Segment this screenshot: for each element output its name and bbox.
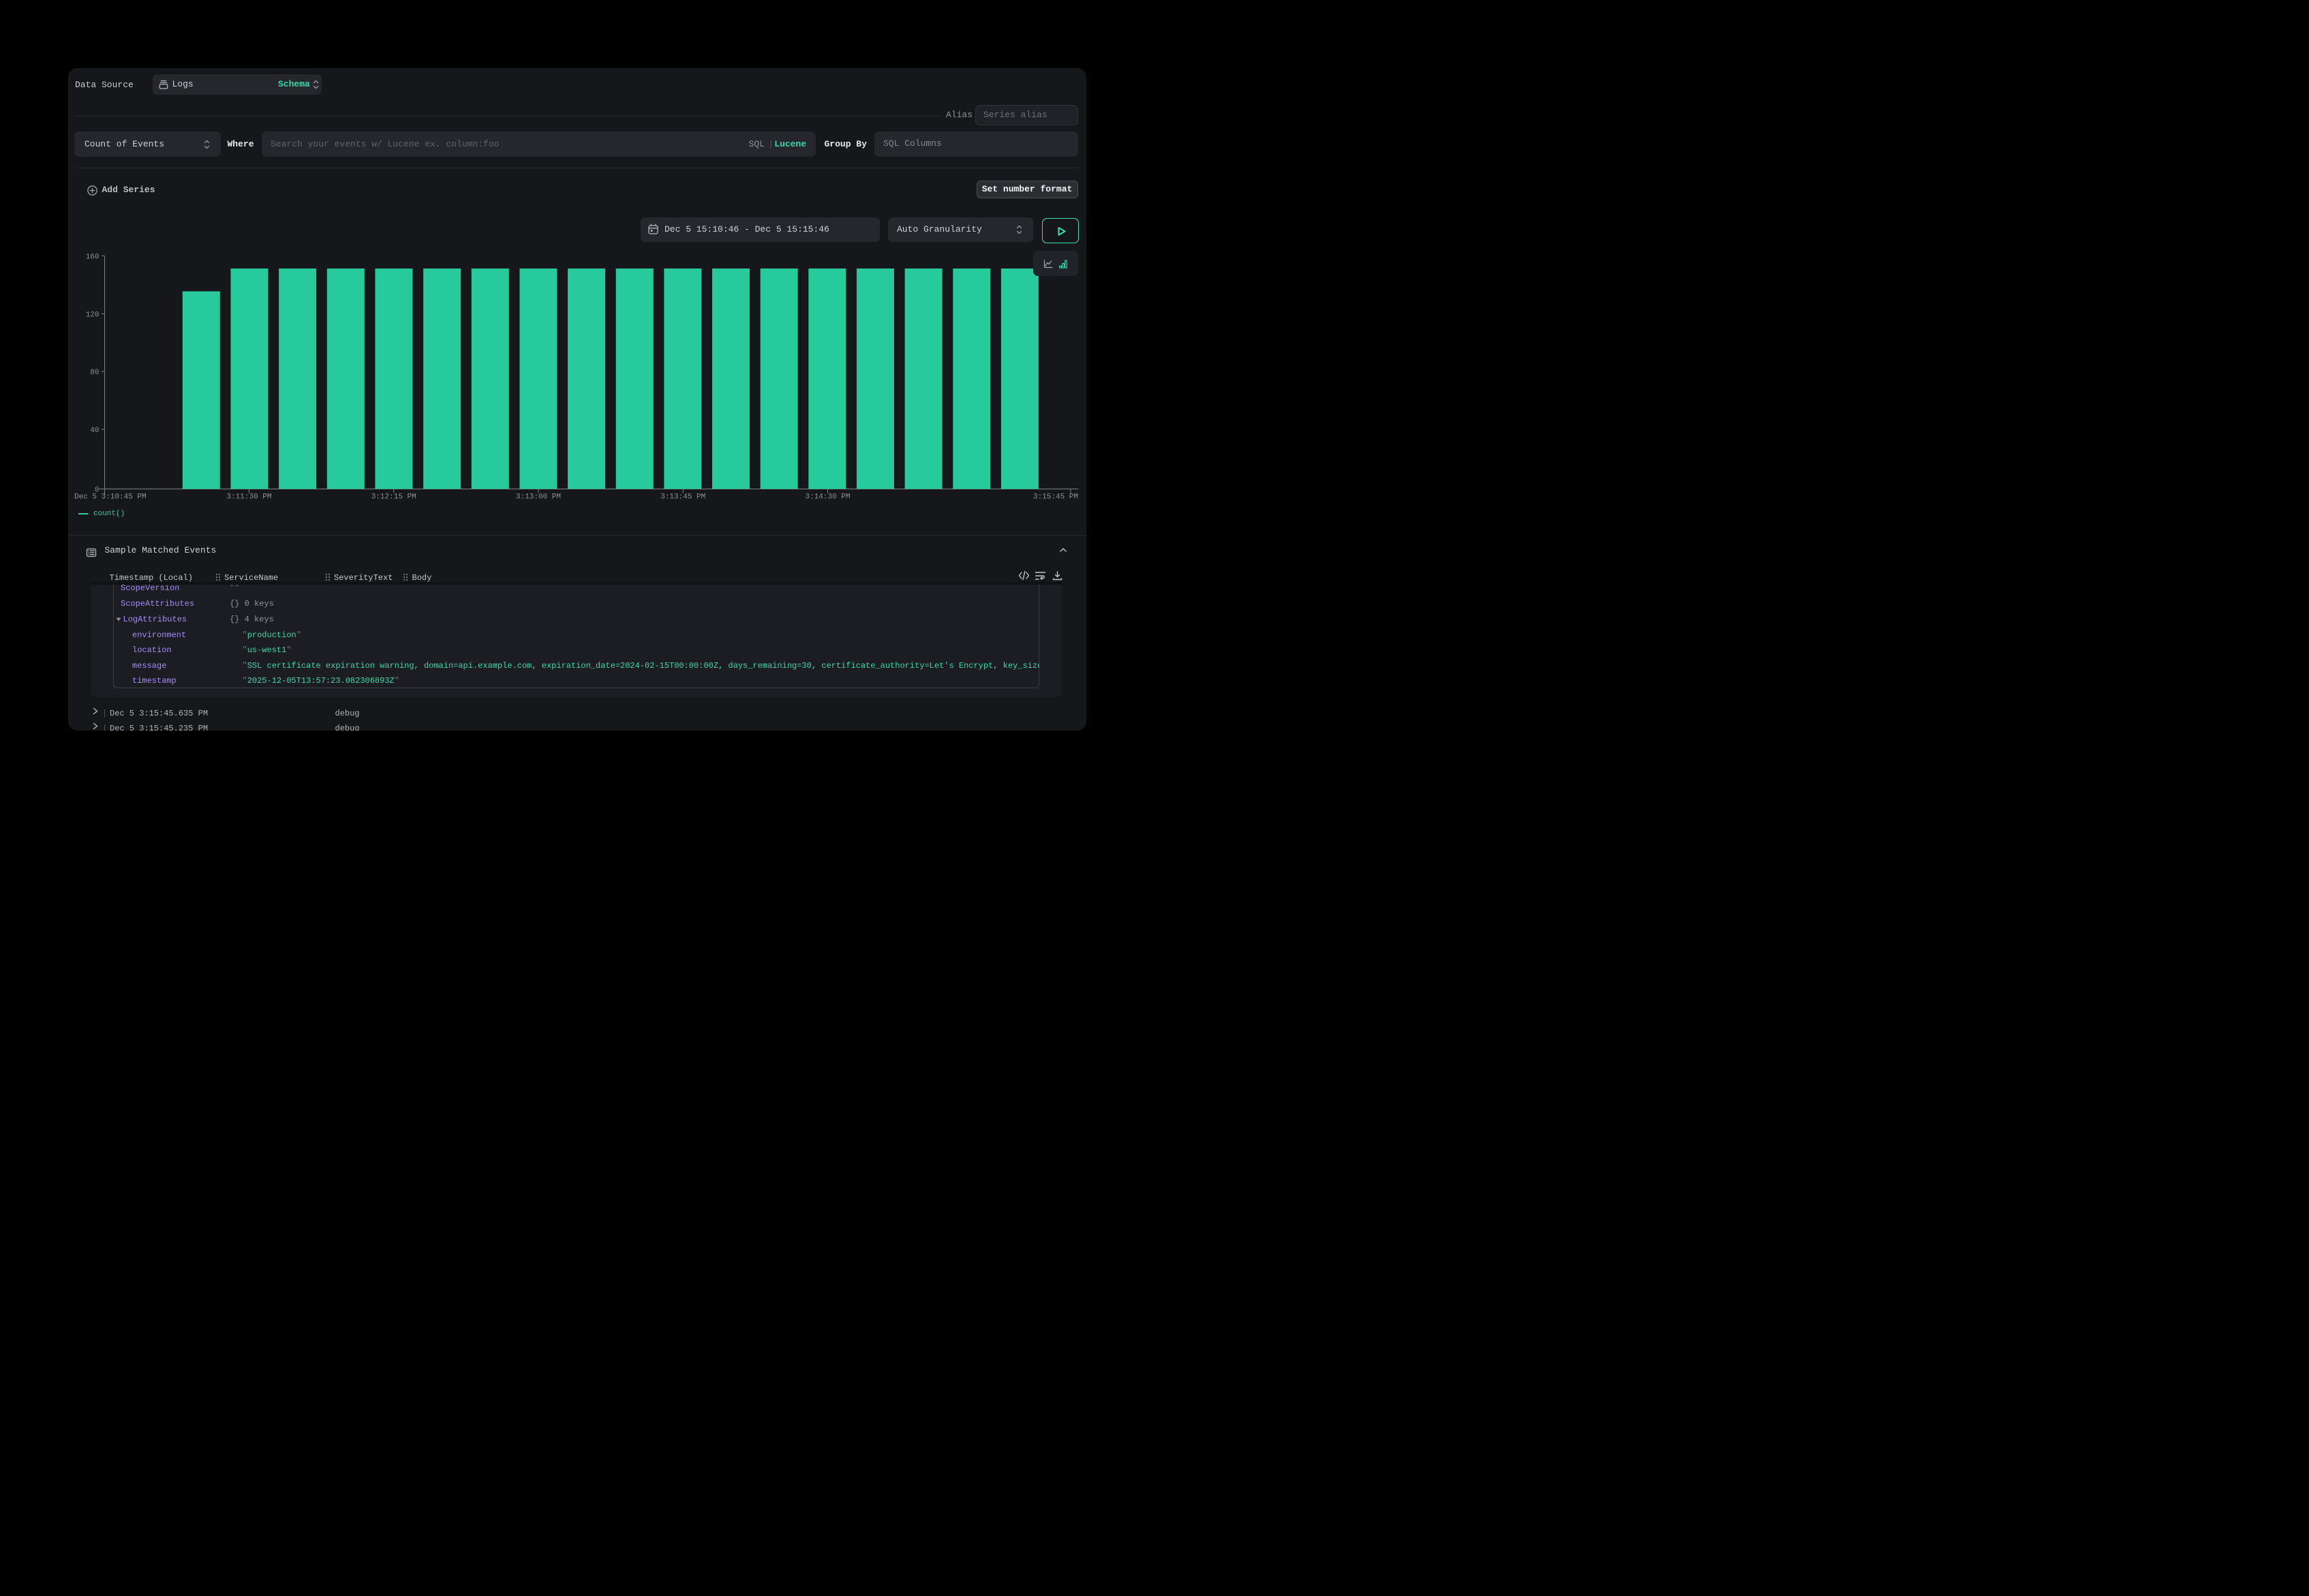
svg-text:120: 120 <box>86 311 100 320</box>
svg-text:Dec 5 3:10:45 PM: Dec 5 3:10:45 PM <box>74 493 147 502</box>
svg-text:3:13:00 PM: 3:13:00 PM <box>516 493 561 502</box>
svg-text:3:11:30 PM: 3:11:30 PM <box>226 493 271 502</box>
svg-text:3:13:45 PM: 3:13:45 PM <box>660 493 705 502</box>
svg-text:40: 40 <box>90 427 99 435</box>
svg-text:3:14:30 PM: 3:14:30 PM <box>805 493 850 502</box>
svg-text:160: 160 <box>86 254 100 262</box>
svg-text:80: 80 <box>90 369 99 377</box>
svg-text:3:12:15 PM: 3:12:15 PM <box>371 493 416 502</box>
svg-text:3:15:45 PM: 3:15:45 PM <box>1033 493 1078 502</box>
